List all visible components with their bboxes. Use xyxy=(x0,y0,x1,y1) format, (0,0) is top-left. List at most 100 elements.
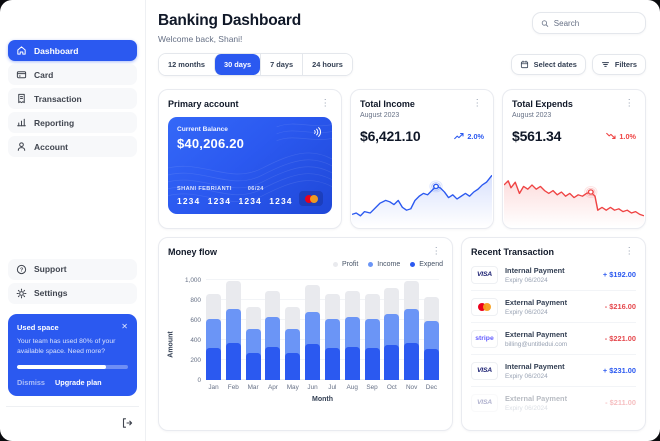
help-icon: ? xyxy=(16,264,27,275)
legend-item-expend: Expend xyxy=(410,261,443,268)
money-flow-legend: ProfitIncomeExpend xyxy=(168,261,443,268)
bar-expend-jul xyxy=(325,348,340,381)
total-expends-card: Total Expends ⋮ August 2023 $561.34 1.0% xyxy=(502,89,646,229)
sidebar-item-support[interactable]: ? Support xyxy=(8,259,137,280)
page-subtitle: Welcome back, Shani! xyxy=(158,34,301,44)
logout-icon[interactable] xyxy=(121,417,133,429)
card-expiry: 06/24 xyxy=(248,186,264,192)
bar-group-jan[interactable] xyxy=(206,280,221,380)
sidebar: Dashboard Card Transaction Reporting Acc… xyxy=(0,0,146,441)
stat-period: August 2023 xyxy=(360,112,484,119)
trend-up-icon xyxy=(454,132,464,140)
used-space-card: Used space ✕ Your team has used 80% of y… xyxy=(8,314,137,396)
transaction-detail: Expiry 06/2024 xyxy=(505,405,567,412)
bar-group-oct[interactable] xyxy=(384,280,399,380)
close-icon[interactable]: ✕ xyxy=(121,323,128,331)
y-tick-label: 0 xyxy=(197,377,201,384)
kebab-menu-icon[interactable]: ⋮ xyxy=(319,99,333,109)
bar-group-jun[interactable] xyxy=(305,280,320,380)
balance-value: $40,206.20 xyxy=(177,136,323,151)
bar-group-mar[interactable] xyxy=(246,280,261,380)
transaction-detail: Expiry 06/2024 xyxy=(505,373,565,380)
bar-expend-nov xyxy=(404,343,419,381)
transaction-detail: Expiry 06/2024 xyxy=(505,309,567,316)
kebab-menu-icon[interactable]: ⋮ xyxy=(430,247,444,257)
x-tick-label: Jun xyxy=(305,384,320,391)
sidebar-item-dashboard[interactable]: Dashboard xyxy=(8,40,137,61)
bar-group-feb[interactable] xyxy=(226,280,241,380)
brand-label: stripe xyxy=(475,335,494,342)
range-tab-24-hours[interactable]: 24 hours xyxy=(302,54,352,75)
range-tab-7-days[interactable]: 7 days xyxy=(260,54,302,75)
range-tab-30-days[interactable]: 30 days xyxy=(214,54,260,75)
filters-button[interactable]: Filters xyxy=(592,54,646,75)
transaction-amount: + $231.00 xyxy=(603,366,636,375)
transaction-detail: billing@untitledui.com xyxy=(505,341,567,348)
y-tick-label: 600 xyxy=(190,317,201,324)
used-space-progress xyxy=(17,365,128,369)
mastercard-logo xyxy=(299,191,323,206)
bar-group-jul[interactable] xyxy=(325,280,340,380)
transaction-row[interactable]: VISA Internal Payment Expiry 06/2024 + $231… xyxy=(471,355,636,387)
bar-expend-jun xyxy=(305,344,320,380)
bar-expend-sep xyxy=(365,348,380,381)
used-space-title: Used space xyxy=(17,323,59,332)
stat-period: August 2023 xyxy=(512,112,636,119)
visa-logo: VISA xyxy=(471,394,498,412)
upgrade-plan-button[interactable]: Upgrade plan xyxy=(55,378,102,387)
search-input[interactable] xyxy=(554,19,637,28)
sidebar-item-label: Account xyxy=(34,142,68,152)
sidebar-item-settings[interactable]: Settings xyxy=(8,283,137,304)
stats-row: Primary account ⋮ xyxy=(158,89,646,229)
x-tick-label: Sep xyxy=(365,384,380,391)
transaction-row[interactable]: stripeExternal Paymentbilling@untitledui… xyxy=(471,323,636,355)
page-title: Banking Dashboard xyxy=(158,12,301,30)
sidebar-item-card[interactable]: Card xyxy=(8,64,137,85)
transaction-row[interactable]: External PaymentExpiry 06/2024- $216.00 xyxy=(471,291,636,323)
kebab-menu-icon[interactable]: ⋮ xyxy=(623,99,637,109)
expends-sparkline xyxy=(504,171,644,227)
card-title: Total Expends xyxy=(512,99,573,109)
sidebar-footer: ? Support Settings Used space ✕ Your tea… xyxy=(8,259,137,431)
bar-group-sep[interactable] xyxy=(365,280,380,380)
range-tab-12-months[interactable]: 12 months xyxy=(159,54,214,75)
x-tick-label: Aug xyxy=(345,384,360,391)
kebab-menu-icon[interactable]: ⋮ xyxy=(471,99,485,109)
gear-icon xyxy=(16,288,27,299)
kebab-menu-icon[interactable]: ⋮ xyxy=(623,247,637,257)
transaction-name: Internal Payment xyxy=(505,362,565,371)
bar-group-apr[interactable] xyxy=(265,280,280,380)
transaction-row[interactable]: VISAInternal PaymentExpiry 06/2024+ $192… xyxy=(471,259,636,291)
used-space-body: Your team has used 80% of your available… xyxy=(17,337,128,357)
balance-label: Current Balance xyxy=(177,126,323,133)
sidebar-item-reporting[interactable]: Reporting xyxy=(8,112,137,133)
sidebar-item-label: Card xyxy=(34,70,53,80)
bar-group-dec[interactable] xyxy=(424,280,439,380)
recent-transactions-card: Recent Transaction ⋮ VISAInternal Paymen… xyxy=(461,237,646,431)
bar-group-aug[interactable] xyxy=(345,280,360,380)
stripe-logo: stripe xyxy=(471,330,498,348)
expends-change-badge: 1.0% xyxy=(606,132,636,141)
expends-value: $561.34 xyxy=(512,128,561,144)
transaction-row[interactable]: VISAExternal PaymentExpiry 06/2024- $211… xyxy=(471,387,636,418)
bar-expend-apr xyxy=(265,347,280,381)
primary-account-card: Primary account ⋮ xyxy=(158,89,342,229)
visa-logo: VISA xyxy=(471,362,498,380)
sidebar-nav: Dashboard Card Transaction Reporting Acc… xyxy=(8,40,137,160)
date-range-tabs: 12 months30 days7 days24 hours xyxy=(158,53,353,76)
dismiss-button[interactable]: Dismiss xyxy=(17,378,45,387)
select-dates-button[interactable]: Select dates xyxy=(511,54,586,75)
legend-item-profit: Profit xyxy=(333,261,358,268)
sidebar-item-label: Reporting xyxy=(34,118,74,128)
bar-expend-may xyxy=(285,353,300,381)
income-value: $6,421.10 xyxy=(360,128,420,144)
page-header: Banking Dashboard Welcome back, Shani! xyxy=(158,12,646,44)
bar-group-may[interactable] xyxy=(285,280,300,380)
sidebar-item-account[interactable]: Account xyxy=(8,136,137,157)
search-box[interactable] xyxy=(532,12,646,34)
transaction-list: VISAInternal PaymentExpiry 06/2024+ $192… xyxy=(471,259,636,418)
transaction-info: External PaymentExpiry 06/2024 xyxy=(505,394,567,412)
sidebar-item-transaction[interactable]: Transaction xyxy=(8,88,137,109)
bar-group-nov[interactable] xyxy=(404,280,419,380)
transaction-amount: - $216.00 xyxy=(605,302,636,311)
